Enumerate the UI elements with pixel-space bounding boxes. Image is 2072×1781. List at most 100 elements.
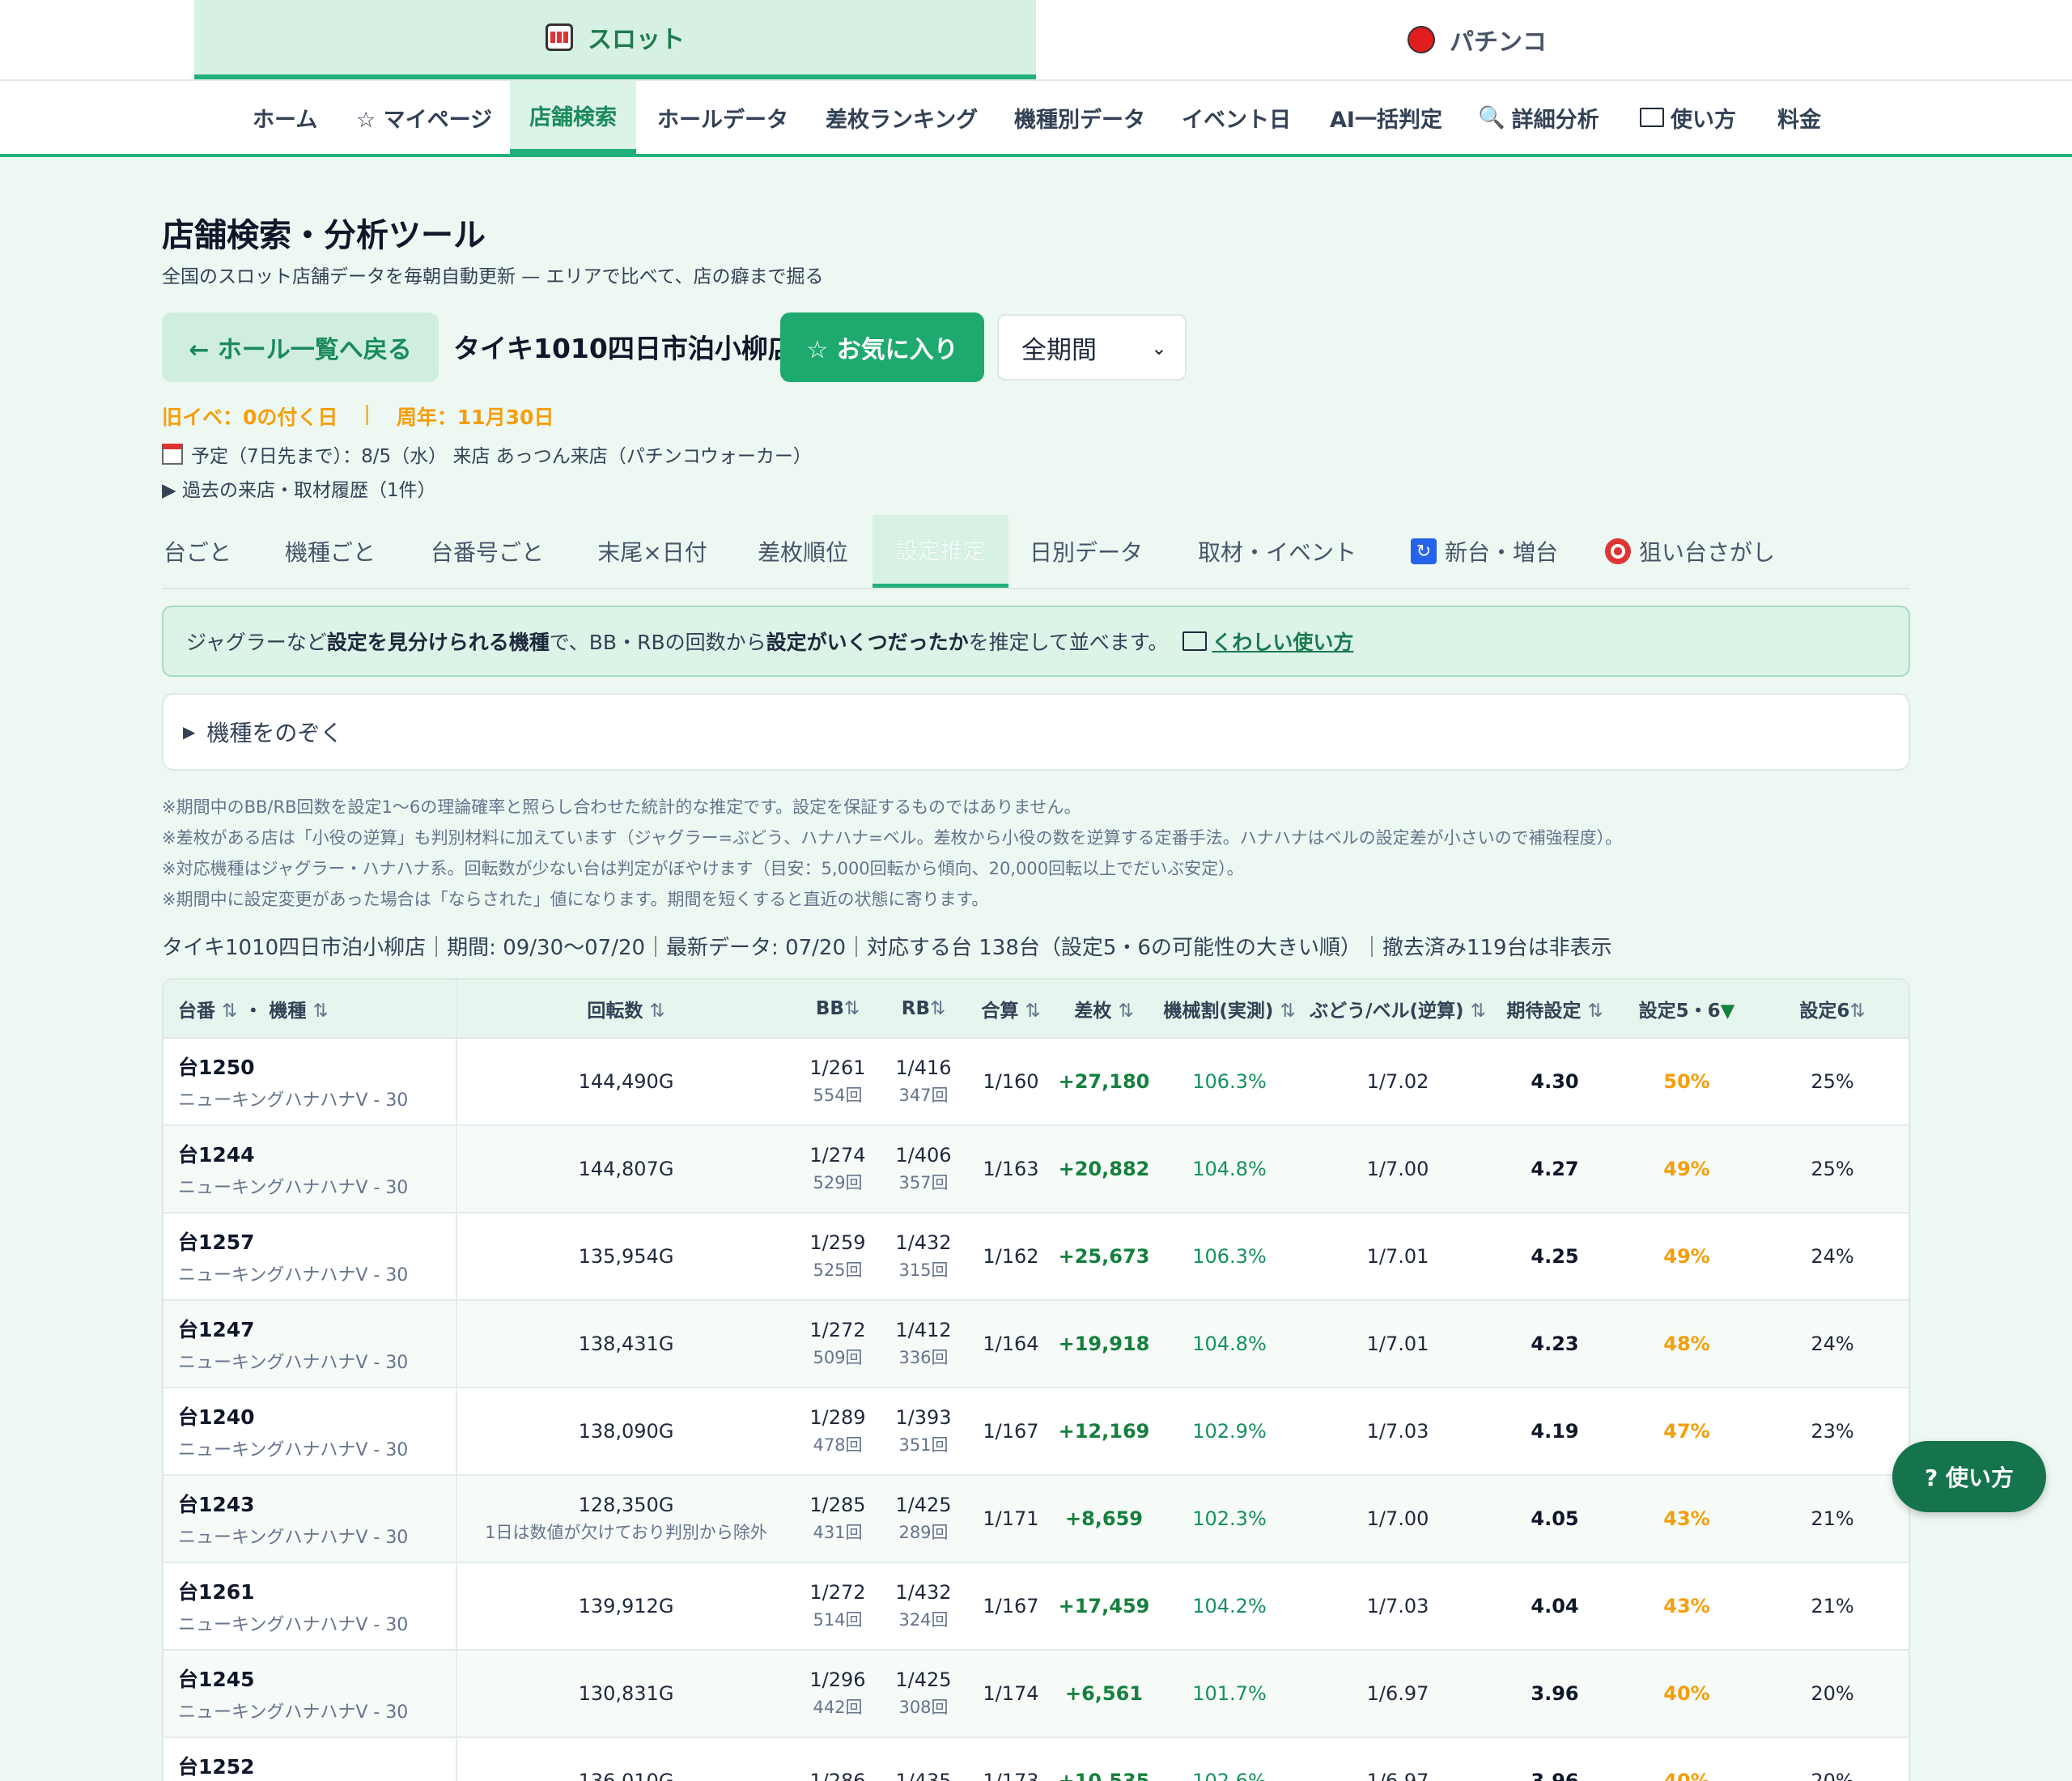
tab-pachinko[interactable]: パチンコ: [1036, 0, 1918, 79]
cell-rate: 101.7%: [1153, 1650, 1306, 1738]
table-row[interactable]: 台1257 ニューキングハナハナV - 30 135,954G 1/259 525回 1/…: [163, 1213, 1909, 1301]
info-text-3: を推定して並べます。: [968, 631, 1169, 654]
spins-note: 1日は数値が欠けており判別から除外: [485, 1523, 767, 1542]
header-total[interactable]: 合算 ⇅: [966, 980, 1055, 1039]
nav-event-day[interactable]: イベント日: [1182, 81, 1291, 154]
cell-s56: 49%: [1620, 1125, 1753, 1214]
cell-expected: 3.96: [1489, 1650, 1620, 1738]
tab-pachinko-label: パチンコ: [1450, 28, 1547, 57]
cell-spins: 144,490G: [456, 1038, 795, 1126]
period-select[interactable]: 全期間 ⌄: [997, 314, 1187, 380]
table-row[interactable]: 台1252ニューキングハナハナV - 30 136,010G 1/286 1/435 1…: [163, 1737, 1909, 1781]
nav-howto[interactable]: 使い方: [1640, 81, 1736, 154]
calendar-icon: [162, 444, 183, 465]
nav-detail[interactable]: 🔍 詳細分析: [1478, 81, 1599, 154]
nav-mypage[interactable]: ☆ マイページ: [356, 81, 492, 154]
nav-ai[interactable]: AI一括判定: [1330, 81, 1442, 154]
sort-icon: ⇅: [843, 997, 860, 1019]
header-rb[interactable]: RB⇅: [881, 980, 966, 1039]
table-row[interactable]: 台1243 ニューキングハナハナV - 30 128,350G 1日は数値が欠けており…: [163, 1475, 1909, 1563]
tab-per-model[interactable]: 機種ごと: [283, 515, 377, 588]
unit-number: 台1245: [178, 1668, 255, 1691]
tab-per-unit-number[interactable]: 台番号ごと: [429, 515, 546, 588]
unit-model: ニューキングハナハナV - 30: [178, 1702, 409, 1723]
info-text-1: ジャグラーなど: [186, 631, 327, 654]
header-s56[interactable]: 設定5・6▼: [1620, 980, 1753, 1039]
nav-howto-label: 使い方: [1671, 107, 1736, 133]
cell-s56: 40%: [1620, 1650, 1753, 1738]
cell-total: 1/173: [966, 1737, 1055, 1781]
cell-s6: 25%: [1753, 1125, 1909, 1214]
tab-target-search[interactable]: 狙い台さがし: [1603, 515, 1777, 588]
unit-number: 台1247: [178, 1318, 255, 1341]
nav-home[interactable]: ホーム: [253, 81, 317, 154]
tab-suffix-date[interactable]: 末尾×日付: [596, 515, 709, 588]
header-bb[interactable]: BB⇅: [795, 980, 881, 1039]
search-icon: 🔍: [1478, 105, 1505, 130]
sort-icon: ⇅: [1025, 1000, 1041, 1022]
nav-store-search[interactable]: 店舗検索: [510, 81, 636, 154]
tab-slot[interactable]: スロット: [194, 0, 1036, 79]
cell-unit: 台1244 ニューキングハナハナV - 30: [163, 1125, 457, 1214]
tab-new-units[interactable]: ↻ 新台・増台: [1403, 515, 1565, 588]
cell-unit: 台1261 ニューキングハナハナV - 30: [163, 1562, 457, 1651]
table-row[interactable]: 台1247 ニューキングハナハナV - 30 138,431G 1/272 509回 1/…: [163, 1300, 1909, 1388]
tab-target-search-label: 狙い台さがし: [1638, 539, 1775, 566]
cell-diff: +20,882: [1055, 1125, 1153, 1214]
cell-unit: 台1243 ニューキングハナハナV - 30: [163, 1475, 457, 1563]
header-unit-model[interactable]: 台番 ⇅ ・ 機種 ⇅: [163, 980, 457, 1039]
cell-total: 1/160: [966, 1038, 1055, 1126]
rb-count: 308回: [898, 1698, 949, 1717]
header-spins-label: 回転数: [587, 1000, 643, 1022]
cell-unit: 台1250 ニューキングハナハナV - 30: [163, 1038, 457, 1126]
table-header-row: 台番 ⇅ ・ 機種 ⇅ 回転数 ⇅ BB⇅ RB⇅ 合算 ⇅ 差枚 ⇅ 機械割(…: [163, 980, 1909, 1039]
cell-rb: 1/416 347回: [881, 1038, 966, 1126]
cell-expected: 3.96: [1489, 1737, 1620, 1781]
tab-daily-data[interactable]: 日別データ: [1028, 515, 1144, 588]
tab-per-unit[interactable]: 台ごと: [162, 515, 233, 588]
cell-bb: 1/286: [795, 1737, 881, 1781]
cell-expected: 4.05: [1489, 1475, 1620, 1563]
refresh-icon: ↻: [1410, 538, 1437, 564]
header-s6[interactable]: 設定6⇅: [1753, 980, 1909, 1039]
nav-model-data[interactable]: 機種別データ: [1014, 81, 1145, 154]
howto-link[interactable]: くわしい使い方: [1182, 627, 1353, 656]
cell-rate: 104.2%: [1153, 1562, 1306, 1651]
exclude-models-toggle[interactable]: ▶ 機種をのぞく: [162, 693, 1910, 771]
nav-price[interactable]: 料金: [1777, 81, 1821, 154]
header-rate[interactable]: 機械割(実測) ⇅: [1153, 980, 1306, 1039]
table-row[interactable]: 台1244 ニューキングハナハナV - 30 144,807G 1/274 529回 1/…: [163, 1125, 1909, 1214]
header-expected[interactable]: 期待設定 ⇅: [1489, 980, 1620, 1039]
help-button[interactable]: ? 使い方: [1892, 1441, 2046, 1512]
table-row[interactable]: 台1240 ニューキングハナハナV - 30 138,090G 1/289 478回 1/…: [163, 1388, 1909, 1476]
sort-icon: ⇅: [929, 997, 946, 1019]
table-row[interactable]: 台1250 ニューキングハナハナV - 30 144,490G 1/261 554回 1/…: [163, 1038, 1909, 1126]
table-row[interactable]: 台1261 ニューキングハナハナV - 30 139,912G 1/272 514回 1/…: [163, 1562, 1909, 1651]
bb-rate: 1/274: [809, 1144, 866, 1167]
nav-hall-data[interactable]: ホールデータ: [657, 81, 788, 154]
cell-s56: 40%: [1620, 1737, 1753, 1781]
bb-rate: 1/259: [809, 1231, 866, 1254]
cell-rb: 1/432 324回: [881, 1562, 966, 1651]
visit-history-toggle[interactable]: ▶ 過去の来店・取材履歴（1件）: [162, 474, 436, 502]
spins-value: 135,954G: [578, 1245, 674, 1268]
tab-coverage-event[interactable]: 取材・イベント: [1196, 515, 1358, 588]
sort-icon: ⇅: [1587, 1000, 1603, 1022]
cell-spins: 136,010G: [456, 1737, 795, 1781]
header-spins[interactable]: 回転数 ⇅: [456, 980, 795, 1039]
cell-rb: 1/425 289回: [881, 1475, 966, 1563]
header-bb-label: BB: [815, 997, 844, 1019]
header-rate-label: 機械割(実測): [1163, 1000, 1274, 1022]
header-grape[interactable]: ぶどう/ベル(逆算) ⇅: [1306, 980, 1489, 1039]
chevron-down-icon: ⌄: [1150, 337, 1167, 359]
header-diff[interactable]: 差枚 ⇅: [1055, 980, 1153, 1039]
nav-ranking[interactable]: 差枚ランキング: [826, 81, 978, 154]
back-to-hall-list-button[interactable]: ← ホール一覧へ戻る: [162, 312, 439, 382]
tab-diff-rank[interactable]: 差枚順位: [753, 515, 853, 588]
favorite-button[interactable]: ☆ お気に入り: [780, 312, 984, 382]
cell-rate: 106.3%: [1153, 1038, 1306, 1126]
cell-s56: 48%: [1620, 1300, 1753, 1388]
unit-model: ニューキングハナハナV - 30: [178, 1178, 409, 1198]
tab-setting-estimate[interactable]: 設定推定: [873, 515, 1008, 588]
table-row[interactable]: 台1245 ニューキングハナハナV - 30 130,831G 1/296 442回 1/…: [163, 1650, 1909, 1738]
